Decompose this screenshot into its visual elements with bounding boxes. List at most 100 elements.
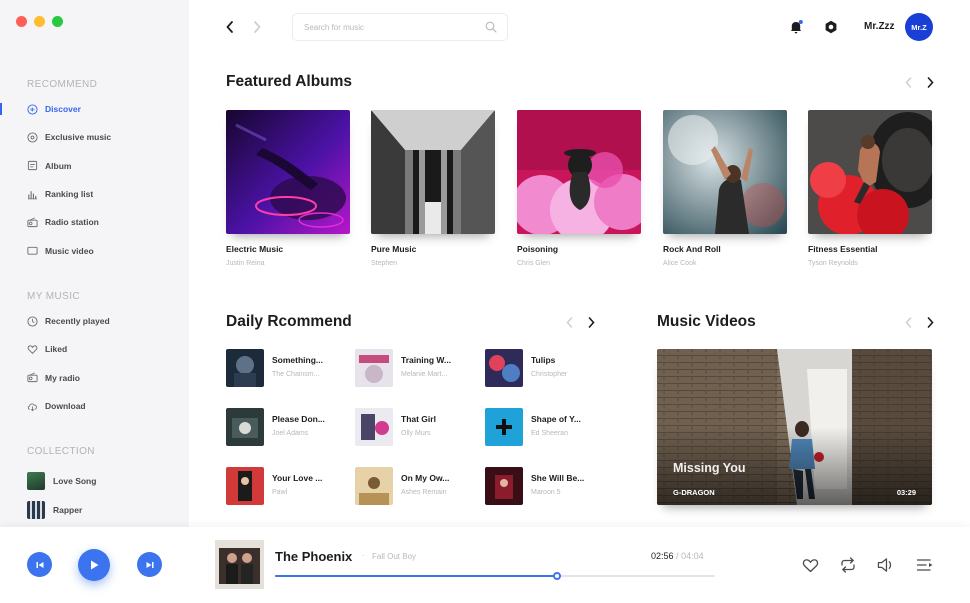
search-icon[interactable] (485, 21, 497, 33)
song-item[interactable]: Tulips Christopher (485, 349, 610, 387)
sidebar-item-download[interactable]: Download (0, 392, 189, 420)
forward-button[interactable] (248, 18, 266, 36)
minimize-window-button[interactable] (34, 16, 45, 27)
heart-icon (27, 344, 38, 355)
song-item[interactable]: Please Don... Joel Adams (226, 408, 351, 446)
song-item[interactable]: Training W... Melanie Mart... (355, 349, 480, 387)
settings-button[interactable] (822, 18, 840, 36)
sidebar-item-ranking-list[interactable]: Ranking list (0, 180, 189, 208)
progress-bar[interactable] (275, 572, 715, 580)
videos-prev-button[interactable] (903, 316, 913, 328)
collection-item-label: Rapper (53, 505, 83, 516)
collection-item-love-song[interactable]: Love Song (0, 466, 189, 496)
disc-icon (27, 132, 38, 143)
back-button[interactable] (221, 18, 239, 36)
song-item[interactable]: On My Ow... Ashes Remain (355, 467, 480, 505)
album-card[interactable]: Pure Music Stephen (371, 110, 495, 267)
play-button[interactable] (78, 549, 110, 581)
song-cover (226, 467, 264, 505)
like-button[interactable] (801, 556, 819, 574)
album-artist: Chris Glen (517, 260, 551, 267)
download-icon (27, 401, 38, 412)
song-item[interactable]: Something... The Chainsm... (226, 349, 351, 387)
song-item[interactable]: Shape of Y... Ed Sheeran (485, 408, 610, 446)
sidebar: RECOMMEND Discover Exclusive music Album… (0, 0, 189, 527)
chevron-right-icon (254, 21, 261, 33)
user-name[interactable]: Mr.Zzz (864, 21, 895, 32)
playlist-button[interactable] (916, 556, 934, 574)
section-title-my-music: MY MUSIC (27, 291, 81, 302)
song-cover (485, 467, 523, 505)
song-item[interactable]: That Girl Olly Murs (355, 408, 480, 446)
sidebar-item-label: Radio station (45, 217, 99, 228)
song-artist: Christopher (531, 371, 568, 378)
album-artist: Stephen (371, 260, 398, 267)
sidebar-item-music-video[interactable]: Music video (0, 236, 189, 264)
song-title: Something... (272, 355, 323, 365)
sidebar-item-my-radio[interactable]: My radio (0, 364, 189, 392)
song-cover (226, 349, 264, 387)
collection-list: Love Song Rapper (0, 466, 189, 525)
repeat-icon (841, 557, 855, 573)
now-playing-cover (215, 540, 264, 589)
chevron-left-icon (565, 316, 572, 328)
album-artist: Justin Reina (226, 260, 265, 267)
album-card[interactable]: Poisoning Chris Glen (517, 110, 641, 267)
sidebar-item-label: Exclusive music (45, 132, 112, 143)
song-artist: Ashes Remain (401, 489, 447, 496)
collection-item-label: Love Song (53, 475, 97, 486)
video-card[interactable]: Missing You G-DRAGON 03:29 (657, 349, 932, 505)
song-title: Training W... (401, 355, 452, 365)
video-duration: 03:29 (896, 488, 916, 497)
sidebar-item-exclusive-music[interactable]: Exclusive music (0, 123, 189, 151)
zoom-window-button[interactable] (52, 16, 63, 27)
song-item[interactable]: Your Love ... Pawl (226, 467, 351, 505)
music-videos-title: Music Videos (657, 313, 756, 330)
track-time: 02:56 / 04:04 (651, 551, 704, 561)
sidebar-item-liked[interactable]: Liked (0, 335, 189, 363)
album-cover (663, 110, 787, 234)
album-card[interactable]: Fitness Essential Tyson Reynolds (808, 110, 932, 267)
notifications-button[interactable] (787, 18, 805, 36)
next-track-button[interactable] (137, 552, 162, 577)
gear-icon (825, 20, 837, 34)
sidebar-item-discover[interactable]: Discover (0, 95, 189, 123)
album-card[interactable]: Electric Music Justin Reina (226, 110, 350, 267)
album-card[interactable]: Rock And Roll Alice Cook (663, 110, 787, 267)
daily-prev-button[interactable] (564, 316, 574, 328)
radio-icon (27, 217, 38, 228)
volume-button[interactable] (877, 556, 895, 574)
featured-prev-button[interactable] (903, 76, 913, 88)
album-title: Rock And Roll (663, 244, 721, 254)
video-thumbnail (657, 349, 932, 505)
playlist-thumbnail (27, 471, 45, 490)
album-cover (371, 110, 495, 234)
play-icon (91, 560, 99, 570)
song-cover (355, 408, 393, 446)
featured-next-button[interactable] (925, 76, 935, 88)
progress-handle[interactable] (552, 572, 561, 580)
sidebar-item-album[interactable]: Album (0, 152, 189, 180)
collection-item-rapper[interactable]: Rapper (0, 496, 189, 526)
progress-fill (275, 575, 557, 577)
song-artist: Maroon 5 (531, 489, 561, 496)
close-window-button[interactable] (16, 16, 27, 27)
video-artist: G-DRAGON (673, 488, 715, 497)
videos-next-button[interactable] (925, 316, 935, 328)
heart-icon (802, 558, 818, 572)
song-item[interactable]: She Will Be... Maroon 5 (485, 467, 610, 505)
sidebar-item-recently-played[interactable]: Recently played (0, 307, 189, 335)
now-playing-artist[interactable]: Fall Out Boy (372, 552, 416, 561)
featured-pager (903, 76, 935, 88)
song-cover (485, 349, 523, 387)
video-icon (27, 245, 38, 256)
previous-track-button[interactable] (27, 552, 52, 577)
avatar[interactable]: Mr.Z (905, 13, 933, 41)
repeat-button[interactable] (839, 556, 857, 574)
daily-next-button[interactable] (586, 316, 596, 328)
search-input[interactable] (304, 14, 474, 40)
song-artist: The Chainsm... (272, 371, 320, 378)
sidebar-item-label: Download (45, 401, 86, 412)
sidebar-item-radio-station[interactable]: Radio station (0, 208, 189, 236)
album-title: Fitness Essential (808, 244, 878, 254)
